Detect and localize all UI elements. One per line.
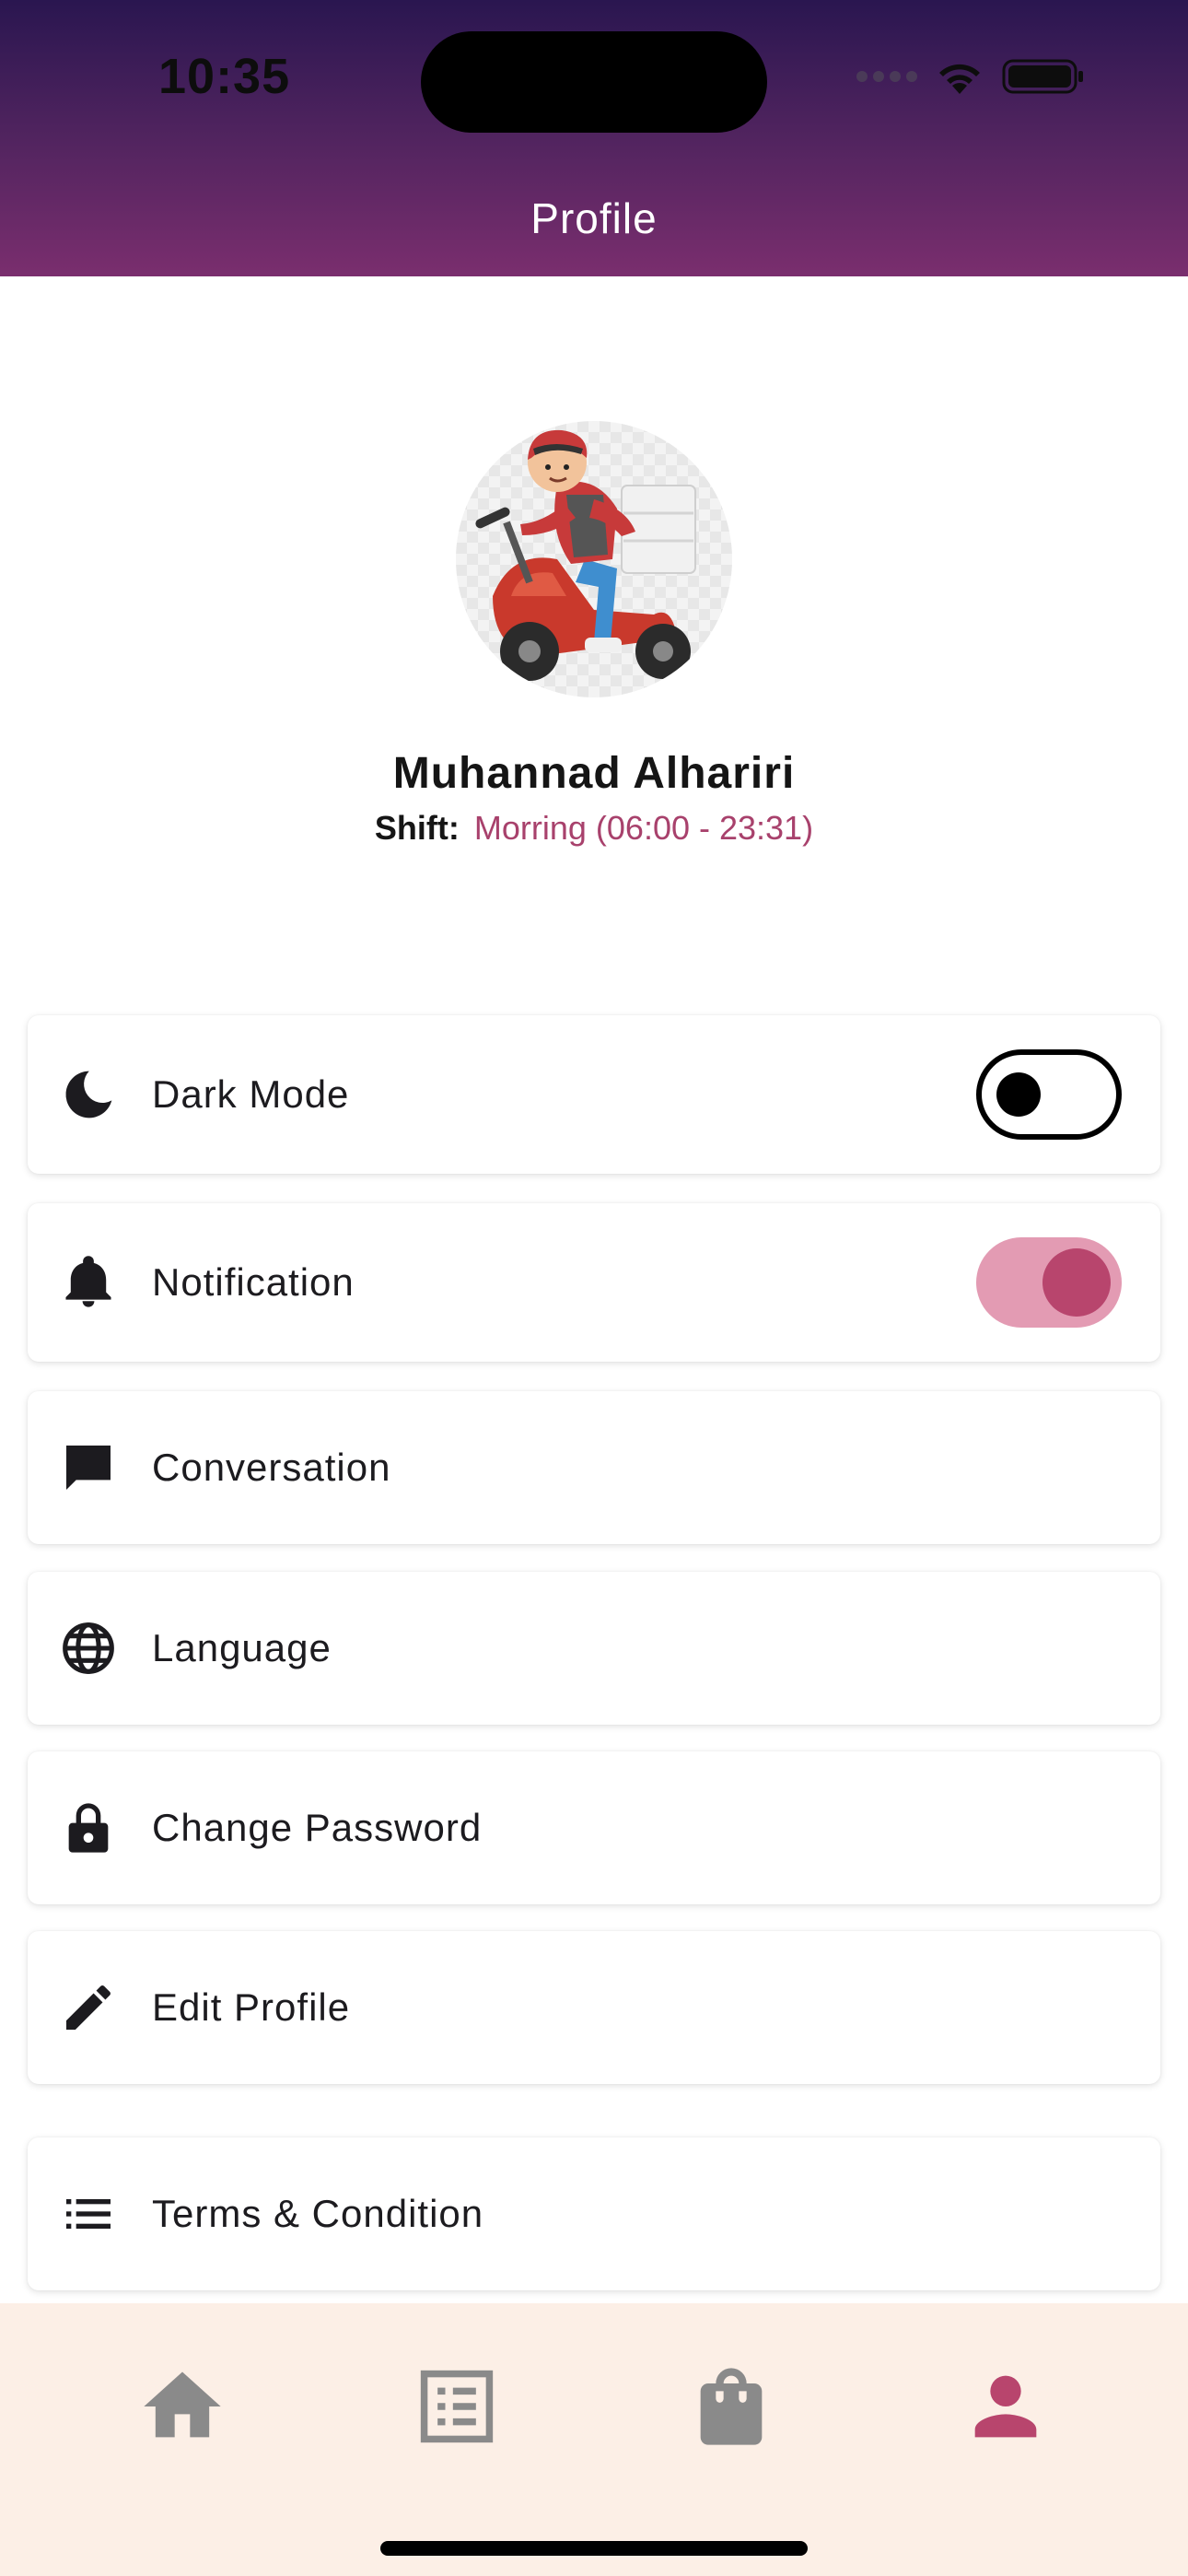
setting-label: Notification (152, 1260, 355, 1304)
profile-name: Muhannad Alhariri (392, 749, 796, 798)
setting-terms[interactable]: Terms & Condition (28, 2137, 1160, 2290)
setting-notification: Notification (28, 1203, 1160, 1362)
setting-edit-profile[interactable]: Edit Profile (28, 1931, 1160, 2084)
status-icons (856, 57, 1085, 96)
nav-home[interactable] (136, 2360, 228, 2453)
setting-label: Dark Mode (152, 1072, 350, 1116)
nav-profile[interactable] (960, 2360, 1052, 2453)
status-time: 10:35 (158, 49, 291, 104)
toggle-knob (996, 1072, 1041, 1117)
home-icon (144, 2371, 221, 2438)
nav-bag[interactable] (685, 2360, 777, 2453)
setting-dark-mode: Dark Mode (28, 1015, 1160, 1174)
cellular-signal-icon (856, 71, 917, 82)
setting-label: Change Password (152, 1806, 483, 1849)
globe-icon (59, 1619, 118, 1678)
wifi-icon (939, 64, 980, 94)
setting-label: Terms & Condition (152, 2192, 484, 2235)
bottom-navigation (0, 2303, 1188, 2576)
shift-info: Shift: Morring (06:00 - 23:31) (0, 809, 1188, 848)
moon-icon (59, 1065, 118, 1124)
list-icon (59, 2184, 118, 2243)
setting-label: Language (152, 1626, 332, 1669)
bell-icon (59, 1253, 118, 1312)
shift-label: Shift: (374, 809, 460, 847)
toggle-knob (1042, 1248, 1111, 1317)
profile-screen: 10:35 Profile Muhannad Alhariri Shift: M… (0, 0, 1188, 2576)
app-header: 10:35 Profile (0, 0, 1188, 276)
shift-value: Morring (06:00 - 23:31) (473, 809, 814, 847)
lock-icon (59, 1798, 118, 1857)
orders-list-icon (420, 2370, 494, 2443)
home-indicator[interactable] (380, 2541, 808, 2556)
nav-orders[interactable] (411, 2360, 503, 2453)
battery-icon (1002, 59, 1083, 94)
dynamic-island (421, 31, 767, 133)
avatar[interactable] (456, 421, 732, 697)
dark-mode-toggle[interactable] (976, 1049, 1122, 1140)
setting-label: Edit Profile (152, 1985, 351, 2029)
setting-language[interactable]: Language (28, 1572, 1160, 1725)
person-icon (974, 2375, 1037, 2438)
setting-label: Conversation (152, 1446, 391, 1489)
delivery-rider-illustration (475, 429, 696, 681)
setting-change-password[interactable]: Change Password (28, 1751, 1160, 1904)
chat-icon (59, 1438, 118, 1497)
setting-conversation[interactable]: Conversation (28, 1391, 1160, 1544)
notification-toggle[interactable] (976, 1237, 1122, 1328)
pencil-icon (59, 1978, 118, 2037)
shopping-bag-icon (700, 2368, 763, 2445)
page-title: Profile (530, 194, 658, 242)
